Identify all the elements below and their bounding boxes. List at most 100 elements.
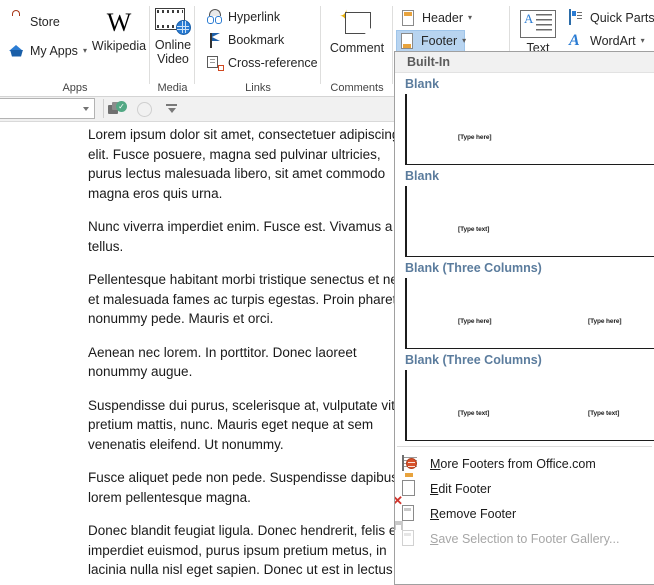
document-body: Lorem ipsum dolor sit amet, consectetuer… (88, 125, 394, 585)
wordart-button[interactable]: A WordArt ▾ (566, 30, 648, 52)
chevron-down-icon[interactable]: ▾ (468, 14, 472, 22)
menu-item-label: More Footers from Office.com (430, 456, 596, 471)
gallery-item-title: Blank (405, 77, 440, 91)
menu-item-label: Save Selection to Footer Gallery... (430, 531, 620, 546)
comment-button[interactable]: ✦ Comment (328, 6, 386, 55)
word-window: Store My Apps ▾ W Wikipedia Apps Online … (0, 0, 654, 585)
chevron-down-icon[interactable]: ▾ (462, 37, 466, 45)
my-apps-label: My Apps (30, 43, 78, 58)
menu-item-remove-footer[interactable]: ✕ Remove Footer (395, 494, 654, 526)
store-label: Store (30, 14, 60, 29)
gallery-item-preview[interactable]: [Type text] (405, 186, 654, 257)
group-label-media: Media (157, 82, 188, 94)
menu-item-more-footers[interactable]: More Footers from Office.com (395, 451, 654, 476)
document-paragraph: Suspendisse dui purus, scelerisque at, v… (88, 397, 394, 452)
protect-document-icon[interactable]: ✓ (108, 101, 127, 118)
cross-reference-icon (207, 55, 224, 72)
placeholder-text: [Type text] (458, 226, 490, 233)
toolbar-divider (103, 99, 104, 118)
placeholder-text: [Type here] (458, 134, 492, 141)
footer-gallery-list: Blank [Type here] Blank [Type text] Blan… (395, 73, 654, 441)
ribbon-group-links: Hyperlink Bookmark Cross-reference Links (195, 0, 321, 96)
office-globe-icon (402, 454, 422, 473)
wordart-label: WordArt (590, 33, 636, 48)
header-label: Header (422, 10, 463, 25)
bookmark-icon (207, 32, 224, 49)
gallery-item-blank-three-columns-2[interactable]: Blank (Three Columns) [Type text] [Type … (395, 349, 654, 441)
comment-icon: ✦ (338, 8, 376, 38)
document-paragraph: Fusce aliquet pede non pede. Suspendisse… (88, 470, 394, 505)
quick-parts-label: Quick Parts (590, 10, 654, 25)
ribbon-group-media: Online Video Media (150, 0, 195, 96)
footer-label: Footer (421, 33, 458, 48)
menu-item-label: Remove Footer (430, 506, 517, 521)
gallery-section-header: Built-In (395, 52, 654, 73)
menu-item-label: Edit Footer (430, 481, 492, 496)
save-selection-icon (395, 520, 422, 548)
footer-button[interactable]: Footer ▾ (396, 30, 466, 52)
document-paragraph: Donec blandit feugiat ligula. Donec hend… (88, 523, 394, 585)
style-combo-box[interactable] (0, 98, 95, 119)
ribbon-group-apps: Store My Apps ▾ W Wikipedia Apps (0, 0, 150, 96)
document-canvas[interactable]: Lorem ipsum dolor sit amet, consectetuer… (0, 122, 394, 585)
menu-item-edit-footer[interactable]: Edit Footer (395, 473, 654, 501)
remove-footer-icon: ✕ (395, 494, 422, 523)
text-box-button[interactable]: Text (514, 8, 562, 55)
gallery-item-blank-2[interactable]: Blank [Type text] (395, 165, 654, 257)
group-label-links: Links (245, 82, 271, 94)
placeholder-text: [Type text] (588, 410, 620, 417)
gallery-item-title: Blank (405, 169, 440, 183)
placeholder-text: [Type text] (458, 410, 490, 417)
ribbon-group-comments: ✦ Comment Comments (321, 0, 393, 96)
cross-reference-label: Cross-reference (228, 55, 318, 70)
store-button[interactable]: Store (6, 11, 63, 33)
quick-parts-icon (569, 8, 586, 27)
gallery-item-title: Blank (Three Columns) (405, 353, 542, 367)
chevron-down-icon[interactable] (83, 107, 89, 111)
store-icon (9, 14, 26, 31)
hyperlink-icon (207, 8, 224, 26)
placeholder-text: [Type here] (588, 318, 622, 325)
collapse-icon[interactable] (165, 104, 179, 115)
chevron-down-icon[interactable]: ▾ (641, 37, 645, 45)
bookmark-button[interactable]: Bookmark (204, 29, 287, 51)
circle-icon[interactable] (137, 102, 152, 117)
wordart-icon: A (569, 31, 580, 49)
header-icon (401, 9, 418, 27)
online-video-label: Online Video (154, 38, 192, 66)
hyperlink-button[interactable]: Hyperlink (204, 6, 283, 28)
gallery-item-title: Blank (Three Columns) (405, 261, 542, 275)
gallery-item-blank-three-columns-1[interactable]: Blank (Three Columns) [Type here] [Type … (395, 257, 654, 349)
gallery-item-preview[interactable]: [Type here] (405, 94, 654, 165)
my-apps-icon (9, 43, 26, 60)
bookmark-label: Bookmark (228, 32, 285, 47)
footer-gallery-dropdown: Built-In Blank [Type here] Blank [Type t… (394, 51, 654, 585)
edit-footer-icon (402, 473, 422, 498)
gallery-item-preview[interactable]: [Type here] [Type here] (405, 278, 654, 349)
quick-parts-button[interactable]: Quick Parts ▾ (566, 7, 654, 29)
online-video-button[interactable]: Online Video (145, 6, 201, 66)
menu-item-save-selection-to-footer-gallery: Save Selection to Footer Gallery... (395, 520, 654, 551)
document-paragraph: Nunc viverra imperdiet enim. Fusce est. … (88, 219, 393, 254)
wikipedia-button[interactable]: W Wikipedia (88, 8, 150, 54)
placeholder-text: [Type here] (458, 318, 492, 325)
menu-divider (397, 446, 652, 447)
document-paragraph: Aenean nec lorem. In porttitor. Donec la… (88, 344, 361, 380)
wikipedia-label: Wikipedia (91, 39, 147, 53)
chevron-down-icon[interactable]: ▾ (83, 47, 87, 55)
hyperlink-label: Hyperlink (228, 9, 281, 24)
comment-label: Comment (329, 41, 385, 55)
footer-icon (400, 32, 417, 50)
document-paragraph: Lorem ipsum dolor sit amet, consectetuer… (88, 127, 394, 201)
my-apps-button[interactable]: My Apps ▾ (6, 40, 90, 62)
group-label-apps: Apps (62, 82, 88, 94)
header-button[interactable]: Header ▾ (398, 7, 475, 29)
group-label-comments: Comments (330, 82, 384, 94)
gallery-item-preview[interactable]: [Type text] [Type text] (405, 370, 654, 441)
cross-reference-button[interactable]: Cross-reference (204, 52, 321, 74)
document-paragraph: Pellentesque habitant morbi tristique se… (88, 272, 394, 326)
online-video-icon (155, 8, 191, 35)
wikipedia-icon: W (106, 8, 132, 37)
gallery-item-blank-1[interactable]: Blank [Type here] (395, 73, 654, 165)
text-box-icon (520, 10, 556, 38)
